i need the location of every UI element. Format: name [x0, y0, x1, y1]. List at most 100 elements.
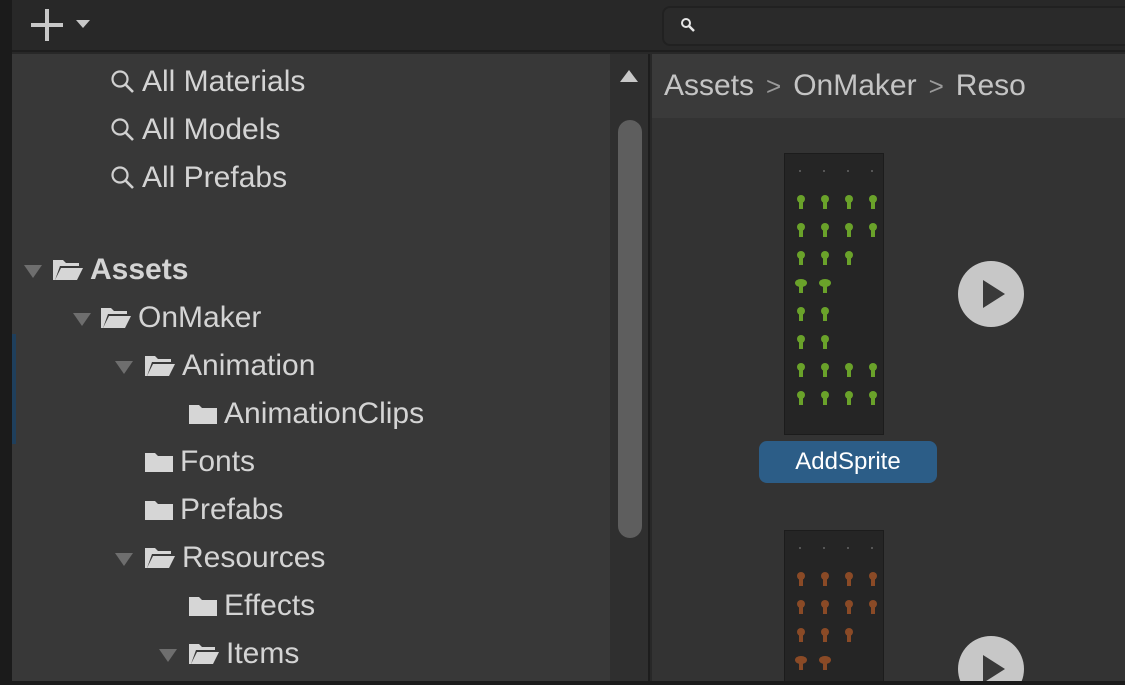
- search-icon: [110, 117, 136, 143]
- sprite-frame: [821, 391, 829, 405]
- sprite-frame: [795, 656, 807, 670]
- selection-accent: [12, 334, 16, 444]
- window-edge: [0, 0, 12, 685]
- tree-item-label: Assets: [90, 253, 189, 286]
- sprite-frame: [821, 628, 829, 642]
- sprite-frame: [797, 223, 805, 237]
- favorite-label: All Materials: [142, 65, 306, 98]
- window-bottom-edge: [0, 681, 1125, 685]
- sprite-frame: [821, 572, 829, 586]
- sprite-frame: [797, 251, 805, 265]
- asset-grid-panel: Assets > OnMaker > Reso AddSprite: [652, 54, 1125, 685]
- play-icon[interactable]: [958, 636, 1024, 685]
- sprite-frame: [797, 335, 805, 349]
- sprite-dot: [847, 547, 849, 549]
- favorite-label: All Prefabs: [142, 161, 288, 194]
- sprite-frame: [797, 195, 805, 209]
- sprite-frame: [797, 391, 805, 405]
- project-toolbar: [0, 0, 1125, 685]
- favorite-label: All Models: [142, 113, 281, 146]
- sprite-sheet-preview: [795, 547, 877, 670]
- expand-arrow-icon[interactable]: [73, 313, 91, 326]
- tree-item-fonts[interactable]: Fonts: [144, 440, 255, 484]
- sprite-frame: [845, 223, 853, 237]
- sprite-frame: [821, 307, 829, 321]
- sprite-frame: [869, 600, 877, 614]
- folder-open-icon: [52, 258, 84, 282]
- create-asset-button[interactable]: [28, 6, 110, 44]
- tree-item-effects[interactable]: Effects: [188, 584, 315, 628]
- sprite-frame: [845, 391, 853, 405]
- sprite-frame: [821, 335, 829, 349]
- search-input[interactable]: [704, 12, 1104, 40]
- breadcrumb-item[interactable]: Assets: [664, 69, 754, 103]
- tree-item-label: Effects: [224, 589, 316, 622]
- tree-item-resources[interactable]: Resources: [144, 536, 325, 580]
- tree-item-items[interactable]: Items: [188, 632, 299, 676]
- folder-icon: [188, 595, 218, 617]
- sprite-frame: [869, 363, 877, 377]
- favorite-all-materials[interactable]: All Materials: [110, 60, 305, 104]
- sprite-frame: [821, 363, 829, 377]
- search-icon: [110, 165, 136, 191]
- project-tree-panel: All Materials All Models All Prefabs Ass…: [12, 54, 610, 685]
- chevron-right-icon: >: [766, 70, 782, 101]
- folder-open-icon: [188, 642, 220, 666]
- folder-open-icon: [144, 354, 176, 378]
- tree-item-animationclips[interactable]: AnimationClips: [188, 392, 424, 436]
- sprite-frame: [869, 572, 877, 586]
- sprite-dot: [823, 170, 825, 172]
- tree-scrollbar[interactable]: [610, 54, 650, 685]
- expand-arrow-icon[interactable]: [115, 361, 133, 374]
- search-icon: [110, 69, 136, 95]
- tree-item-label: OnMaker: [138, 301, 262, 334]
- play-icon[interactable]: [958, 261, 1024, 327]
- tree-item-animation[interactable]: Animation: [144, 344, 315, 388]
- expand-arrow-icon[interactable]: [159, 649, 177, 662]
- caret-down-icon: [76, 20, 90, 28]
- tree-item-onmaker[interactable]: OnMaker: [100, 296, 261, 340]
- sprite-sheet-preview: [795, 170, 877, 405]
- sprite-frame: [845, 628, 853, 642]
- favorite-all-prefabs[interactable]: All Prefabs: [110, 156, 287, 200]
- search-field[interactable]: [662, 6, 1125, 46]
- sprite-frame: [819, 656, 831, 670]
- scrollbar-thumb[interactable]: [618, 120, 642, 538]
- folder-open-icon: [100, 306, 132, 330]
- sprite-dot: [823, 547, 825, 549]
- asset-label-selected[interactable]: AddSprite: [759, 441, 937, 483]
- tree-item-label: Resources: [182, 541, 326, 574]
- folder-icon: [144, 451, 174, 473]
- sprite-frame: [797, 628, 805, 642]
- expand-arrow-icon[interactable]: [115, 553, 133, 566]
- sprite-dot: [799, 170, 801, 172]
- sprite-frame: [797, 600, 805, 614]
- tree-item-assets[interactable]: Assets: [52, 248, 188, 292]
- sprite-sheet-thumbnail[interactable]: [784, 530, 884, 685]
- sprite-frame: [821, 600, 829, 614]
- sprite-frame: [869, 195, 877, 209]
- sprite-frame: [845, 600, 853, 614]
- scroll-up-arrow-icon[interactable]: [620, 70, 638, 82]
- sprite-dot: [871, 547, 873, 549]
- sprite-sheet-thumbnail[interactable]: [784, 153, 884, 435]
- tree-item-label: Items: [226, 637, 300, 670]
- tree-item-prefabs[interactable]: Prefabs: [144, 488, 283, 532]
- breadcrumb-item[interactable]: OnMaker: [793, 69, 916, 103]
- sprite-dot: [871, 170, 873, 172]
- sprite-dot: [799, 547, 801, 549]
- plus-icon: [31, 9, 90, 41]
- folder-icon: [188, 403, 218, 425]
- favorite-all-models[interactable]: All Models: [110, 108, 280, 152]
- sprite-frame: [797, 307, 805, 321]
- breadcrumb: Assets > OnMaker > Reso: [652, 54, 1125, 118]
- folder-icon: [144, 499, 174, 521]
- sprite-frame: [869, 223, 877, 237]
- search-icon: [681, 18, 695, 32]
- sprite-frame: [845, 251, 853, 265]
- chevron-right-icon: >: [928, 70, 944, 101]
- expand-arrow-icon[interactable]: [24, 265, 42, 278]
- breadcrumb-item[interactable]: Reso: [956, 69, 1026, 103]
- sprite-frame: [821, 251, 829, 265]
- sprite-frame: [797, 363, 805, 377]
